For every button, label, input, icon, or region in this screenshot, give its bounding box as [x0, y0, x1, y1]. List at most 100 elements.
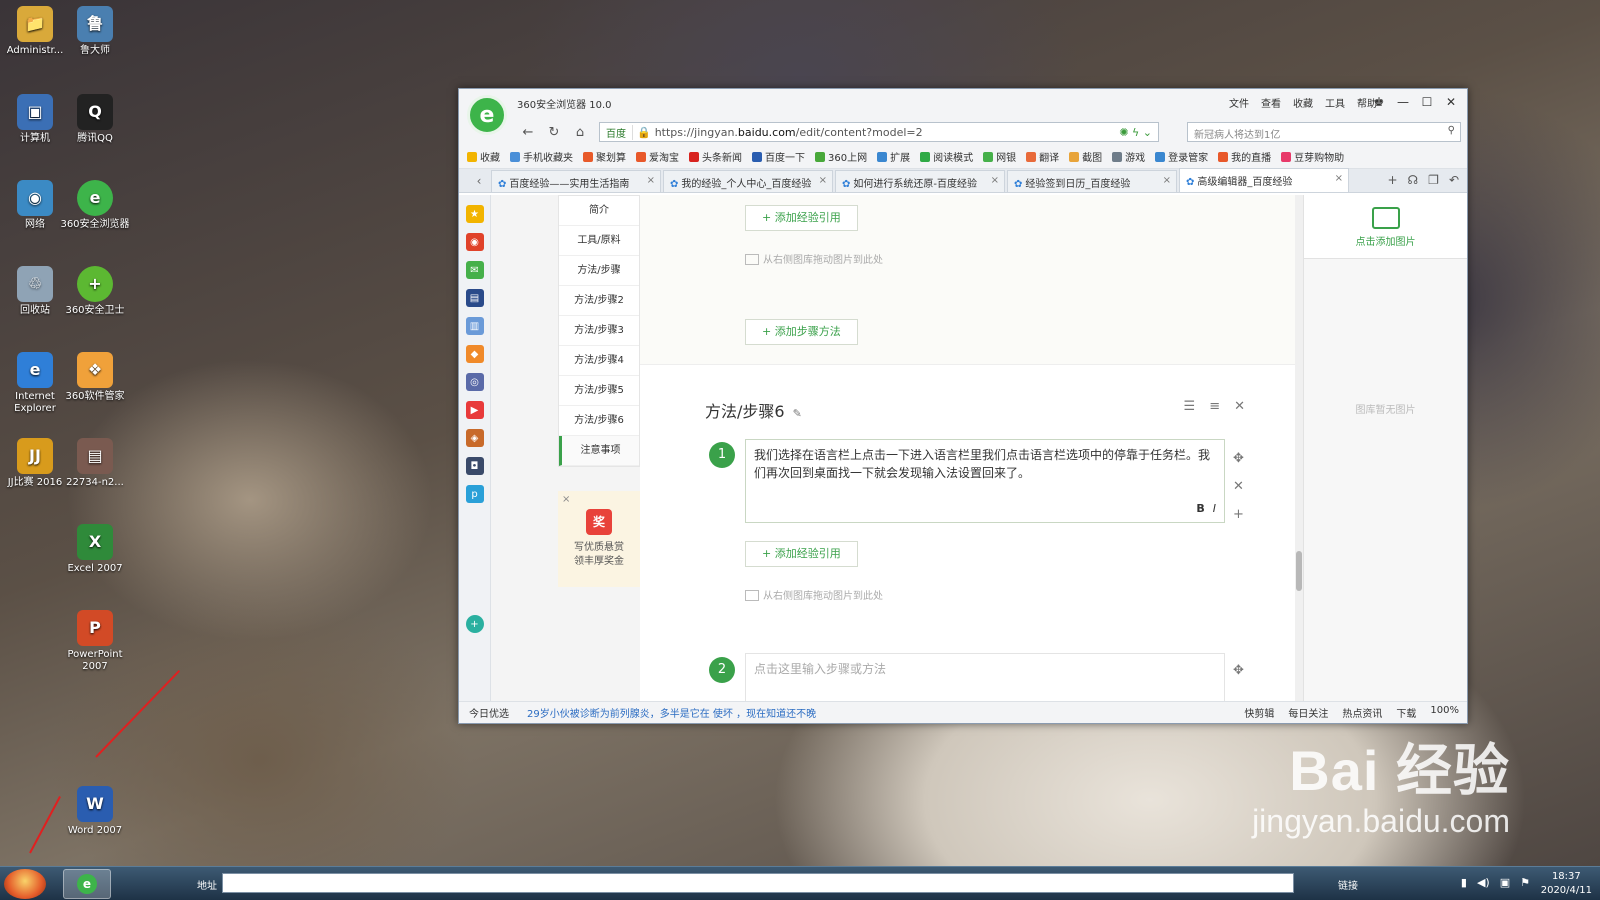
back-arrow-icon[interactable]: ← — [519, 123, 537, 141]
battery-icon[interactable]: ▮ — [1461, 876, 1467, 889]
menu-favorites[interactable]: 收藏 — [1293, 95, 1313, 110]
flag-icon[interactable]: ⚑ — [1520, 876, 1530, 889]
clock[interactable]: 18:37 2020/4/11 — [1541, 870, 1592, 898]
headset-icon[interactable]: ☊ — [1408, 173, 1419, 187]
add-reference-button-2[interactable]: + 添加经验引用 — [745, 541, 858, 567]
bold-button[interactable]: B — [1196, 502, 1204, 515]
status-item-hot[interactable]: 热点资讯 — [1342, 705, 1382, 720]
fav-item[interactable]: 翻译 — [1026, 149, 1059, 164]
tab-advanced-editor[interactable]: ✿ 高级编辑器_百度经验 × — [1179, 168, 1349, 192]
close-icon[interactable]: × — [1335, 173, 1343, 184]
delete-section-icon[interactable]: ✕ — [1234, 399, 1245, 414]
step-1-text[interactable]: 我们选择在语言栏上点击一下进入语言栏里我们点击语言栏选项中的停靠于任务栏。我们再… — [745, 439, 1225, 523]
search-input[interactable]: 新冠病人将达到1亿 ⚲ — [1187, 122, 1461, 142]
lightning-icon[interactable]: ✺ ϟ ⌄ — [1119, 126, 1158, 139]
tab-list-icon[interactable]: ❐ — [1428, 173, 1439, 187]
ordered-list-icon[interactable]: ☰ — [1184, 399, 1196, 414]
status-item-quick-edit[interactable]: 快剪辑 — [1244, 705, 1274, 720]
desktop-icon-360softmgr[interactable]: ❖ 360软件管家 — [60, 352, 130, 403]
fav-item[interactable]: 我的直播 — [1218, 149, 1271, 164]
outline-item-intro[interactable]: 简介 — [559, 196, 639, 226]
taskbar-app-360browser[interactable]: e — [63, 869, 111, 899]
fav-item[interactable]: 游戏 — [1112, 149, 1145, 164]
zoom-level[interactable]: 100% — [1430, 705, 1459, 720]
add-method-button[interactable]: + 添加步骤方法 — [745, 319, 858, 345]
desktop-icon-word[interactable]: W Word 2007 — [60, 786, 130, 837]
desktop-icon-powerpoint[interactable]: P PowerPoint 2007 — [60, 610, 130, 673]
fav-item[interactable]: 阅读模式 — [920, 149, 973, 164]
menu-view[interactable]: 查看 — [1261, 95, 1281, 110]
fav-item[interactable]: 百度一下 — [752, 149, 805, 164]
fav-item[interactable]: 网银 — [983, 149, 1016, 164]
tab-baidu-jingyan[interactable]: ✿ 百度经验——实用生活指南 × — [491, 170, 661, 192]
close-icon[interactable]: × — [819, 175, 827, 186]
desktop-icon-excel[interactable]: X Excel 2007 — [60, 524, 130, 575]
home-icon[interactable]: ⌂ — [571, 123, 589, 141]
maximize-button[interactable]: ☐ — [1415, 91, 1439, 113]
new-tab-icon[interactable]: + — [1387, 173, 1397, 187]
fav-item[interactable]: 登录管家 — [1155, 149, 1208, 164]
fav-item[interactable]: 截图 — [1069, 149, 1102, 164]
add-reference-button[interactable]: + 添加经验引用 — [745, 205, 858, 231]
news-ticker[interactable]: 29岁小伙被诊断为前列腺炎，多半是它在 使坏 ，现在知道还不晚 — [527, 705, 816, 720]
fav-item[interactable]: 豆芽购物助 — [1281, 149, 1344, 164]
chevron-left-icon[interactable]: ‹ — [467, 170, 491, 192]
fav-item[interactable]: 爱淘宝 — [636, 149, 679, 164]
volume-icon[interactable]: ◀) — [1477, 876, 1490, 889]
list-icon[interactable]: ≡ — [1209, 399, 1220, 414]
tab-sign-in-calendar[interactable]: ✿ 经验签到日历_百度经验 × — [1007, 170, 1177, 192]
italic-button[interactable]: I — [1213, 502, 1216, 515]
outline-item-step5[interactable]: 方法/步骤5 — [559, 376, 639, 406]
close-icon[interactable]: × — [1163, 175, 1171, 186]
status-item-download[interactable]: 下载 — [1396, 705, 1416, 720]
add-image-button[interactable]: 点击添加图片 — [1304, 195, 1467, 259]
move-icon[interactable]: ✥ — [1233, 657, 1244, 685]
fav-item[interactable]: 手机收藏夹 — [510, 149, 573, 164]
outline-item-step2[interactable]: 方法/步骤2 — [559, 286, 639, 316]
pencil-icon[interactable]: ✎ — [793, 407, 802, 420]
close-icon[interactable]: × — [562, 493, 570, 507]
address-bar[interactable]: 百度 🔒 https://jingyan.baidu.com/edit/cont… — [599, 122, 1159, 142]
desktop-icon-ludashi[interactable]: 鲁鲁大师 — [60, 6, 130, 57]
app2-icon[interactable]: ◘ — [465, 457, 484, 475]
fav-item[interactable]: 360上网 — [815, 149, 867, 164]
desktop-icon-360browser[interactable]: e 360安全浏览器 — [60, 180, 130, 231]
move-icon[interactable]: ✥ — [1233, 445, 1244, 473]
close-button[interactable]: ✕ — [1439, 91, 1463, 113]
scroll-thumb[interactable] — [1296, 551, 1302, 591]
menu-tools[interactable]: 工具 — [1325, 95, 1345, 110]
outline-item-step4[interactable]: 方法/步骤4 — [559, 346, 639, 376]
taskbar-links[interactable]: 链接 — [1338, 877, 1358, 892]
fav-item[interactable]: 头条新闻 — [689, 149, 742, 164]
network-icon[interactable]: ▣ — [1500, 876, 1510, 889]
refresh-icon[interactable]: ↻ — [545, 123, 563, 141]
menu-file[interactable]: 文件 — [1229, 95, 1249, 110]
fav-item[interactable]: 扩展 — [877, 149, 910, 164]
outline-item-notes[interactable]: 注意事项 — [559, 436, 639, 466]
fav-item[interactable]: 聚划算 — [583, 149, 626, 164]
outline-item-step6[interactable]: 方法/步骤6 — [559, 406, 639, 436]
fav-item[interactable]: 收藏 — [467, 149, 500, 164]
step-2-text[interactable]: 点击这里输入步骤或方法 — [745, 653, 1225, 701]
scrollbar[interactable] — [1295, 195, 1303, 701]
desktop-icon-image-file[interactable]: ▤ 22734-n2... — [60, 438, 130, 489]
shop-icon[interactable]: ◆ — [465, 345, 484, 363]
mail-icon[interactable]: ✉ — [465, 261, 484, 279]
taskbar-address-input[interactable] — [222, 873, 1294, 893]
reward-promo[interactable]: × 奖 写优质悬赏 领丰厚奖金 — [558, 491, 640, 587]
doc-icon[interactable]: ▥ — [465, 317, 484, 335]
add-icon[interactable]: + — [1233, 501, 1244, 529]
close-icon[interactable]: × — [647, 175, 655, 186]
browser-logo-icon[interactable]: e — [467, 95, 507, 135]
tab-my-jingyan[interactable]: ✿ 我的经验_个人中心_百度经验 × — [663, 170, 833, 192]
start-button[interactable] — [4, 869, 46, 899]
status-item-daily[interactable]: 每日关注 — [1288, 705, 1328, 720]
add-circle-icon[interactable]: + — [465, 615, 484, 633]
weibo-icon[interactable]: ◉ — [465, 233, 484, 251]
remove-icon[interactable]: ✕ — [1233, 473, 1244, 501]
outline-item-step1[interactable]: 方法/步骤 — [559, 256, 639, 286]
desktop-icon-qq[interactable]: Q 腾讯QQ — [60, 94, 130, 145]
p-icon[interactable]: p — [465, 485, 484, 503]
game-icon[interactable]: ◎ — [465, 373, 484, 391]
news-icon[interactable]: ▤ — [465, 289, 484, 307]
